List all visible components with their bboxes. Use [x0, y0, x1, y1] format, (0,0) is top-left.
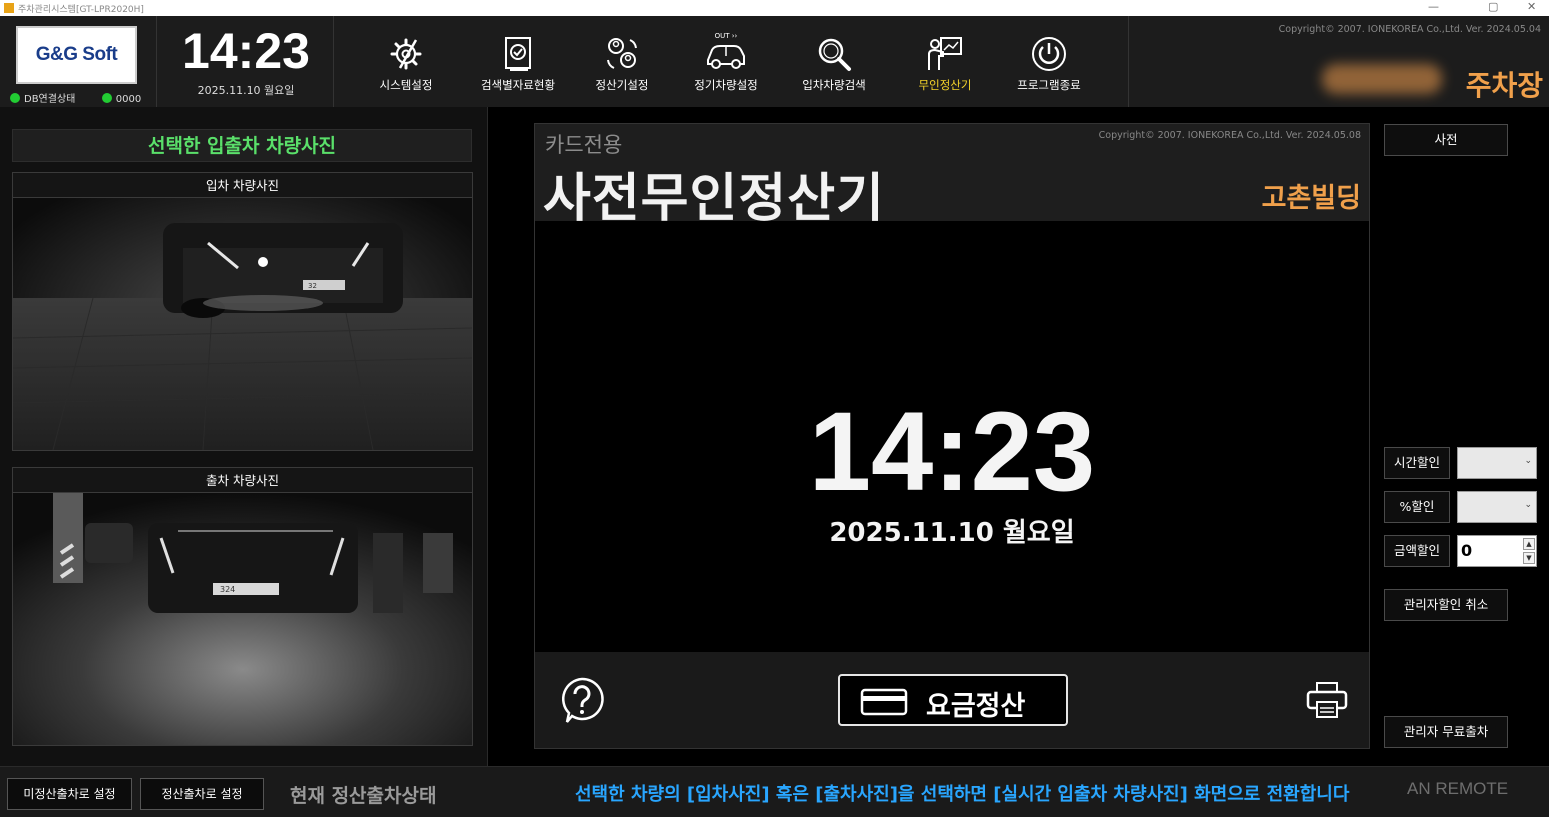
- blurred-name: [1322, 64, 1442, 94]
- amount-discount-value: 0: [1461, 541, 1473, 560]
- amount-discount-input[interactable]: 0 ▲ ▼: [1457, 535, 1537, 567]
- counter-indicator: [101, 93, 112, 103]
- menu-unmanned-kiosk[interactable]: 무인정산기: [893, 34, 997, 96]
- menu-search-report[interactable]: 검색별자료현황: [466, 34, 570, 96]
- help-button[interactable]: [559, 676, 605, 724]
- set-unpaid-exit-button[interactable]: 미정산출차로 설정: [7, 778, 132, 810]
- power-icon: [1032, 37, 1066, 71]
- advance-button[interactable]: 사전: [1384, 124, 1508, 156]
- kiosk-subtitle: 카드전용: [545, 133, 623, 157]
- out-badge: OUT ››: [714, 32, 738, 40]
- exit-photo-frame[interactable]: 출차 차량사진 324: [12, 467, 473, 746]
- left-photo-panel: 선택한 입출차 차량사진 입차 차량사진 32 출차 차량사진 324: [0, 107, 488, 766]
- spin-up-icon[interactable]: ▲: [1523, 538, 1535, 550]
- tools-gear-icon: [390, 38, 422, 70]
- logo-text: G&G Soft: [35, 44, 118, 65]
- header-clock: 14:23 2025.11.10 월요일: [156, 16, 334, 107]
- exit-photo-caption: 출차 차량사진: [13, 468, 472, 493]
- menu-exit-program[interactable]: 프로그램종료: [997, 34, 1101, 96]
- menu-system-settings[interactable]: 시스템설정: [354, 34, 458, 96]
- db-status-indicator: [10, 93, 20, 103]
- bottom-bar: 미정산출차로 설정 정산출차로 설정 현재 정산출차상태 선택한 차량의 [입차…: [0, 766, 1549, 817]
- status-row: DB연결상태 0000: [10, 90, 141, 105]
- company-logo: G&G Soft: [16, 26, 137, 84]
- time-discount-select[interactable]: ⌄: [1457, 447, 1537, 479]
- remote-watermark: AN REMOTE: [1407, 779, 1509, 798]
- spin-down-icon[interactable]: ▼: [1523, 552, 1535, 564]
- selected-photos-title: 선택한 입출차 차량사진: [12, 129, 472, 162]
- kiosk-date: 2025.11.10 월요일: [829, 518, 1075, 548]
- clock-time: 14:23: [182, 23, 310, 79]
- current-exit-state-label: 현재 정산출차상태: [290, 785, 437, 807]
- entry-photo-frame[interactable]: 입차 차량사진 32: [12, 172, 473, 451]
- kiosk-screen: 카드전용 사전무인정산기 Copyright© 2007. IONEKOREA …: [534, 123, 1370, 749]
- kiosk-time: 14:23: [808, 389, 1096, 514]
- menu-label: 무인정산기: [918, 78, 972, 92]
- header-copyright: Copyright© 2007. IONEKOREA Co.,Ltd. Ver.…: [1278, 24, 1541, 35]
- chevron-down-icon: ⌄: [1524, 500, 1532, 510]
- set-paid-exit-button[interactable]: 정산출차로 설정: [140, 778, 264, 810]
- chevron-down-icon: ⌄: [1524, 456, 1532, 466]
- percent-discount-button[interactable]: %할인: [1384, 491, 1450, 523]
- cancel-admin-discount-button[interactable]: 관리자할인 취소: [1384, 589, 1508, 621]
- header-divider: [1128, 16, 1129, 107]
- parking-name: 주차장: [1465, 69, 1543, 102]
- credit-card-icon: [860, 688, 908, 716]
- db-status-label: DB연결상태: [24, 94, 76, 105]
- menu-label: 프로그램종료: [1017, 78, 1081, 92]
- menu-label: 정기차량설정: [694, 78, 758, 92]
- printer-icon: [1306, 682, 1348, 718]
- kiosk-header: 카드전용 사전무인정산기 Copyright© 2007. IONEKOREA …: [535, 124, 1369, 229]
- counter-value: 0000: [115, 94, 142, 105]
- menu-entry-search[interactable]: 입차차량검색: [782, 34, 886, 96]
- amount-discount-button[interactable]: 금액할인: [1384, 535, 1450, 567]
- menu-label: 검색별자료현황: [480, 78, 556, 92]
- guide-notice: 선택한 차량의 [입차사진] 혹은 [출차사진]을 선택하면 [실시간 입출차 …: [575, 784, 1350, 805]
- print-receipt-button[interactable]: [1305, 680, 1349, 720]
- menu-label: 정산기설정: [595, 78, 649, 92]
- menu-label: 입차차량검색: [802, 78, 866, 92]
- close-button[interactable]: ✕: [1527, 0, 1536, 13]
- magnifier-icon: [818, 38, 851, 71]
- app-icon: [4, 3, 14, 13]
- minimize-button[interactable]: —: [1428, 0, 1439, 13]
- kiosk-title: 사전무인정산기: [543, 169, 885, 229]
- entry-plate: 32: [308, 282, 317, 290]
- menu-label: 시스템설정: [379, 78, 433, 92]
- entry-photo[interactable]: 32: [13, 198, 472, 450]
- top-header: G&G Soft DB연결상태 0000 14:23 2025.11.10 월요…: [0, 16, 1549, 107]
- window-titlebar: 주차관리시스템[GT-LPR2020H] — ▢ ✕: [0, 0, 1549, 16]
- pay-fee-label: 요금정산: [926, 691, 1026, 722]
- exit-photo[interactable]: 324: [13, 493, 472, 745]
- exit-plate: 324: [220, 585, 235, 594]
- search-report-icon: [505, 37, 531, 71]
- menu-regular-vehicle[interactable]: OUT ›› 정기차량설정: [674, 32, 778, 96]
- kiosk-building-name: 고촌빌딩: [1261, 183, 1361, 214]
- percent-discount-select[interactable]: ⌄: [1457, 491, 1537, 523]
- kiosk-footer: 요금정산: [535, 652, 1369, 748]
- maximize-button[interactable]: ▢: [1488, 0, 1498, 13]
- question-bubble-icon: [562, 677, 604, 723]
- window-title: 주차관리시스템[GT-LPR2020H]: [18, 5, 144, 15]
- car-out-icon: [707, 45, 745, 69]
- admin-free-exit-button[interactable]: 관리자 무료출차: [1384, 716, 1508, 748]
- kiosk-presenter-icon: [928, 37, 962, 70]
- time-discount-button[interactable]: 시간할인: [1384, 447, 1450, 479]
- menu-kiosk-settings[interactable]: 정산기설정: [570, 34, 674, 96]
- clock-date: 2025.11.10 월요일: [197, 84, 295, 97]
- entry-photo-caption: 입차 차량사진: [13, 173, 472, 198]
- kiosk-copyright: Copyright© 2007. IONEKOREA Co.,Ltd. Ver.…: [1098, 130, 1361, 141]
- users-sync-icon: [607, 38, 637, 69]
- pay-fee-button[interactable]: 요금정산: [838, 674, 1068, 726]
